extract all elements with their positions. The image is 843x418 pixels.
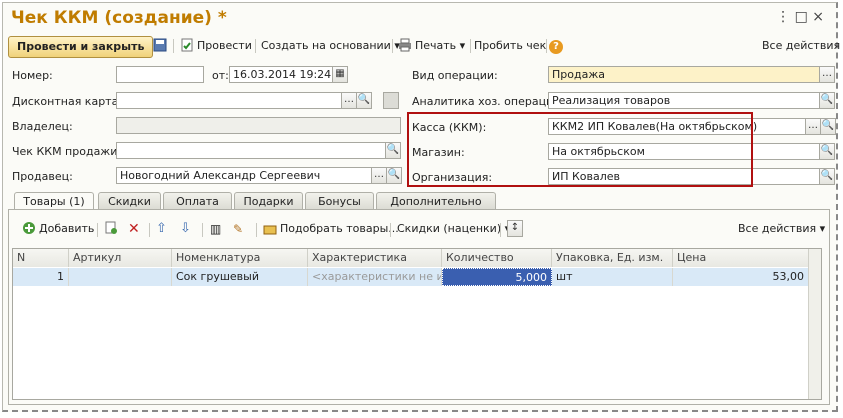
choose-button[interactable]: … [371, 167, 387, 184]
search-icon[interactable]: 🔍 [819, 143, 835, 160]
all-actions-label: Все действия [738, 222, 817, 235]
col-unit[interactable]: Упаковка, Ед. изм. [552, 249, 673, 267]
window-controls[interactable]: ⋮ □ × [776, 9, 824, 25]
separator [97, 223, 98, 237]
move-up-icon[interactable]: ⇧ [156, 219, 167, 239]
seller-label: Продавец: [12, 170, 73, 183]
add-icon [23, 222, 35, 234]
date-label: от: [212, 69, 229, 82]
tab-additional[interactable]: Дополнительно [376, 192, 496, 209]
cell-article[interactable] [69, 268, 172, 286]
operation-type-label: Вид операции: [412, 69, 498, 82]
print-button[interactable]: Печать ▾ [398, 36, 465, 56]
separator [149, 223, 150, 237]
card-reader-icon[interactable] [383, 92, 399, 109]
col-n[interactable]: N [13, 249, 69, 267]
help-button[interactable]: ? [549, 36, 563, 56]
search-icon[interactable]: 🔍 [356, 92, 372, 109]
post-icon [181, 38, 193, 52]
post-label: Провести [197, 39, 252, 52]
help-icon: ? [549, 40, 563, 54]
separator [173, 39, 174, 53]
cell-price[interactable]: 53,00 [673, 268, 809, 286]
operation-type-field[interactable]: Продажа [548, 66, 820, 83]
number-field[interactable] [116, 66, 204, 83]
col-price[interactable]: Цена [673, 249, 809, 267]
punch-receipt-button[interactable]: Пробить чек [474, 36, 546, 56]
print-label: Печать [415, 39, 457, 52]
search-icon[interactable]: 🔍 [386, 167, 402, 184]
cell-nomenclature[interactable]: Сок грушевый [172, 268, 308, 286]
separator [202, 223, 203, 237]
choose-button[interactable]: … [819, 66, 835, 83]
discounts-label: Скидки (наценки) [397, 222, 502, 235]
cell-n[interactable]: 1 [13, 268, 69, 286]
separator [256, 223, 257, 237]
col-article[interactable]: Артикул [69, 249, 172, 267]
col-nomenclature[interactable]: Номенклатура [172, 249, 308, 267]
date-field[interactable]: 16.03.2014 19:24:26 [229, 66, 333, 83]
calendar-icon[interactable]: ▦ [332, 66, 348, 83]
owner-label: Владелец: [12, 120, 73, 133]
all-actions-button[interactable]: Все действия ▾ [738, 219, 825, 239]
move-down-icon[interactable]: ⇩ [180, 219, 191, 239]
choose-button[interactable]: … [341, 92, 357, 109]
fit-icon[interactable]: ↕ [507, 220, 523, 237]
cell-quantity[interactable]: 5,000 [442, 268, 552, 286]
analytics-field[interactable]: Реализация товаров [548, 92, 820, 109]
col-characteristic[interactable]: Характеристика [308, 249, 442, 267]
add-button[interactable]: Добавить [22, 219, 94, 239]
cell-characteristic[interactable]: <характеристики не ис... [308, 268, 442, 286]
barcode-icon[interactable]: ▥ [210, 219, 221, 239]
create-based-button[interactable]: Создать на основании ▾ [261, 36, 400, 56]
analytics-label: Аналитика хоз. операции: [412, 95, 565, 108]
tab-payment[interactable]: Оплата [163, 192, 232, 209]
separator [392, 39, 393, 53]
tab-bar: Товары (1) Скидки Оплата Подарки Бонусы … [8, 192, 828, 211]
separator [470, 39, 471, 53]
tab-gifts[interactable]: Подарки [234, 192, 303, 209]
create-based-label: Создать на основании [261, 39, 391, 52]
seller-field[interactable]: Новогодний Александр Сергеевич [116, 167, 372, 184]
pick-goods-label: Подобрать товары... [280, 222, 399, 235]
main-toolbar: Провести и закрыть Провести Создать на о… [8, 36, 840, 58]
search-icon[interactable]: 🔍 [819, 168, 835, 185]
discounts-button[interactable]: Скидки (наценки) ▾ [397, 219, 510, 239]
sale-receipt-label: Чек ККМ продажи: [12, 145, 122, 158]
highlight-frame [407, 112, 753, 187]
all-actions-button[interactable]: Все действия [762, 36, 840, 56]
separator [546, 39, 547, 53]
delete-icon[interactable]: ✕ [128, 219, 140, 239]
owner-field [116, 117, 401, 134]
copy-icon[interactable] [104, 219, 121, 239]
discount-card-label: Дисконтная карта: [12, 95, 123, 108]
sale-receipt-field[interactable] [116, 142, 386, 159]
goods-table: N Артикул Номенклатура Характеристика Ко… [12, 248, 822, 400]
number-label: Номер: [12, 69, 53, 82]
separator [390, 223, 391, 237]
choose-button[interactable]: … [805, 118, 821, 135]
discount-card-field[interactable] [116, 92, 342, 109]
printer-icon [399, 38, 411, 52]
separator [500, 223, 501, 237]
post-button[interactable]: Провести [180, 36, 252, 56]
tab-discounts[interactable]: Скидки [98, 192, 161, 209]
window-title: Чек ККМ (создание) * [11, 8, 227, 28]
pick-goods-icon [263, 225, 277, 235]
col-quantity[interactable]: Количество [442, 249, 552, 267]
edit-icon[interactable]: ✎ [233, 219, 243, 239]
tab-bonuses[interactable]: Бонусы [305, 192, 374, 209]
pick-goods-button[interactable]: Подобрать товары... [263, 219, 399, 239]
search-icon[interactable]: 🔍 [819, 92, 835, 109]
add-label: Добавить [39, 222, 95, 235]
save-icon[interactable] [153, 36, 170, 56]
table-scrollbar[interactable] [808, 249, 821, 399]
separator [255, 39, 256, 53]
post-and-close-button[interactable]: Провести и закрыть [8, 36, 154, 58]
search-icon[interactable]: 🔍 [820, 118, 836, 135]
cell-unit[interactable]: шт [552, 268, 673, 286]
search-icon[interactable]: 🔍 [385, 142, 401, 159]
